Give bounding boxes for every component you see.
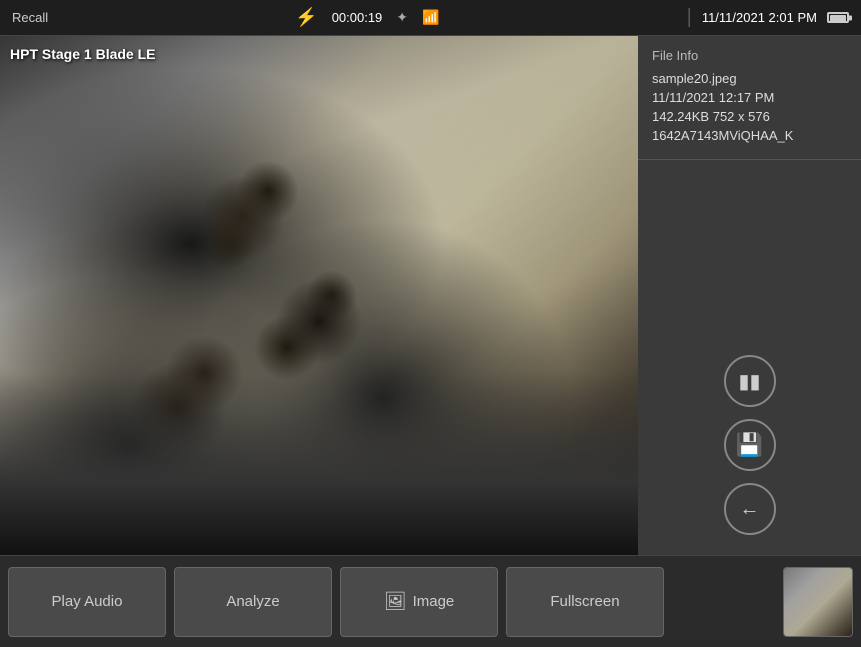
video-label: HPT Stage 1 Blade LE: [10, 46, 155, 62]
back-button[interactable]: ←: [724, 483, 776, 535]
thumbnail-image: [784, 568, 852, 636]
file-info-hash: 1642A7143MViQHAA_K: [652, 128, 847, 143]
analyze-button[interactable]: Analyze: [174, 567, 332, 637]
pause-button[interactable]: ▮▮: [724, 355, 776, 407]
image-button[interactable]: 🖼 Image: [340, 567, 498, 637]
battery-icon: [827, 12, 849, 23]
right-info: | 11/11/2021 2:01 PM: [687, 6, 849, 29]
thumbnail-preview: [783, 567, 853, 637]
wifi-icon: 📶: [422, 9, 439, 26]
back-icon: ←: [740, 498, 760, 521]
fullscreen-label: Fullscreen: [550, 593, 619, 610]
video-area: HPT Stage 1 Blade LE: [0, 36, 638, 555]
save-button[interactable]: 💾: [724, 419, 776, 471]
center-info: ⚡ 00:00:19 ✦ 📶: [295, 7, 439, 28]
file-info-datetime: 11/11/2021 12:17 PM: [652, 90, 847, 105]
bottom-toolbar: Play Audio Analyze 🖼 Image Fullscreen: [0, 555, 861, 647]
save-icon: 💾: [736, 432, 763, 458]
right-panel: File Info sample20.jpeg 11/11/2021 12:17…: [638, 36, 861, 555]
blade-image: [0, 36, 638, 555]
file-info-size: 142.24KB 752 x 576: [652, 109, 847, 124]
activity-icon: ⚡: [295, 7, 317, 28]
datetime-display: 11/11/2021 2:01 PM: [702, 10, 817, 25]
divider-line: |: [687, 6, 692, 29]
title-bar: Recall ⚡ 00:00:19 ✦ 📶 | 11/11/2021 2:01 …: [0, 0, 861, 36]
app-title: Recall: [12, 10, 48, 25]
bluetooth-icon: ✦: [396, 9, 408, 26]
fullscreen-button[interactable]: Fullscreen: [506, 567, 664, 637]
play-audio-button[interactable]: Play Audio: [8, 567, 166, 637]
playback-controls: ▮▮ 💾 ←: [638, 160, 861, 555]
main-content: HPT Stage 1 Blade LE File Info sample20.…: [0, 36, 861, 555]
file-info-filename: sample20.jpeg: [652, 71, 847, 86]
pause-icon: ▮▮: [738, 369, 760, 394]
play-audio-label: Play Audio: [52, 593, 123, 610]
file-info-title: File Info: [652, 48, 847, 63]
image-label: Image: [413, 593, 455, 610]
file-info-panel: File Info sample20.jpeg 11/11/2021 12:17…: [638, 36, 861, 160]
timer-display: 00:00:19: [332, 10, 383, 25]
analyze-label: Analyze: [226, 593, 279, 610]
image-icon: 🖼: [384, 591, 407, 612]
